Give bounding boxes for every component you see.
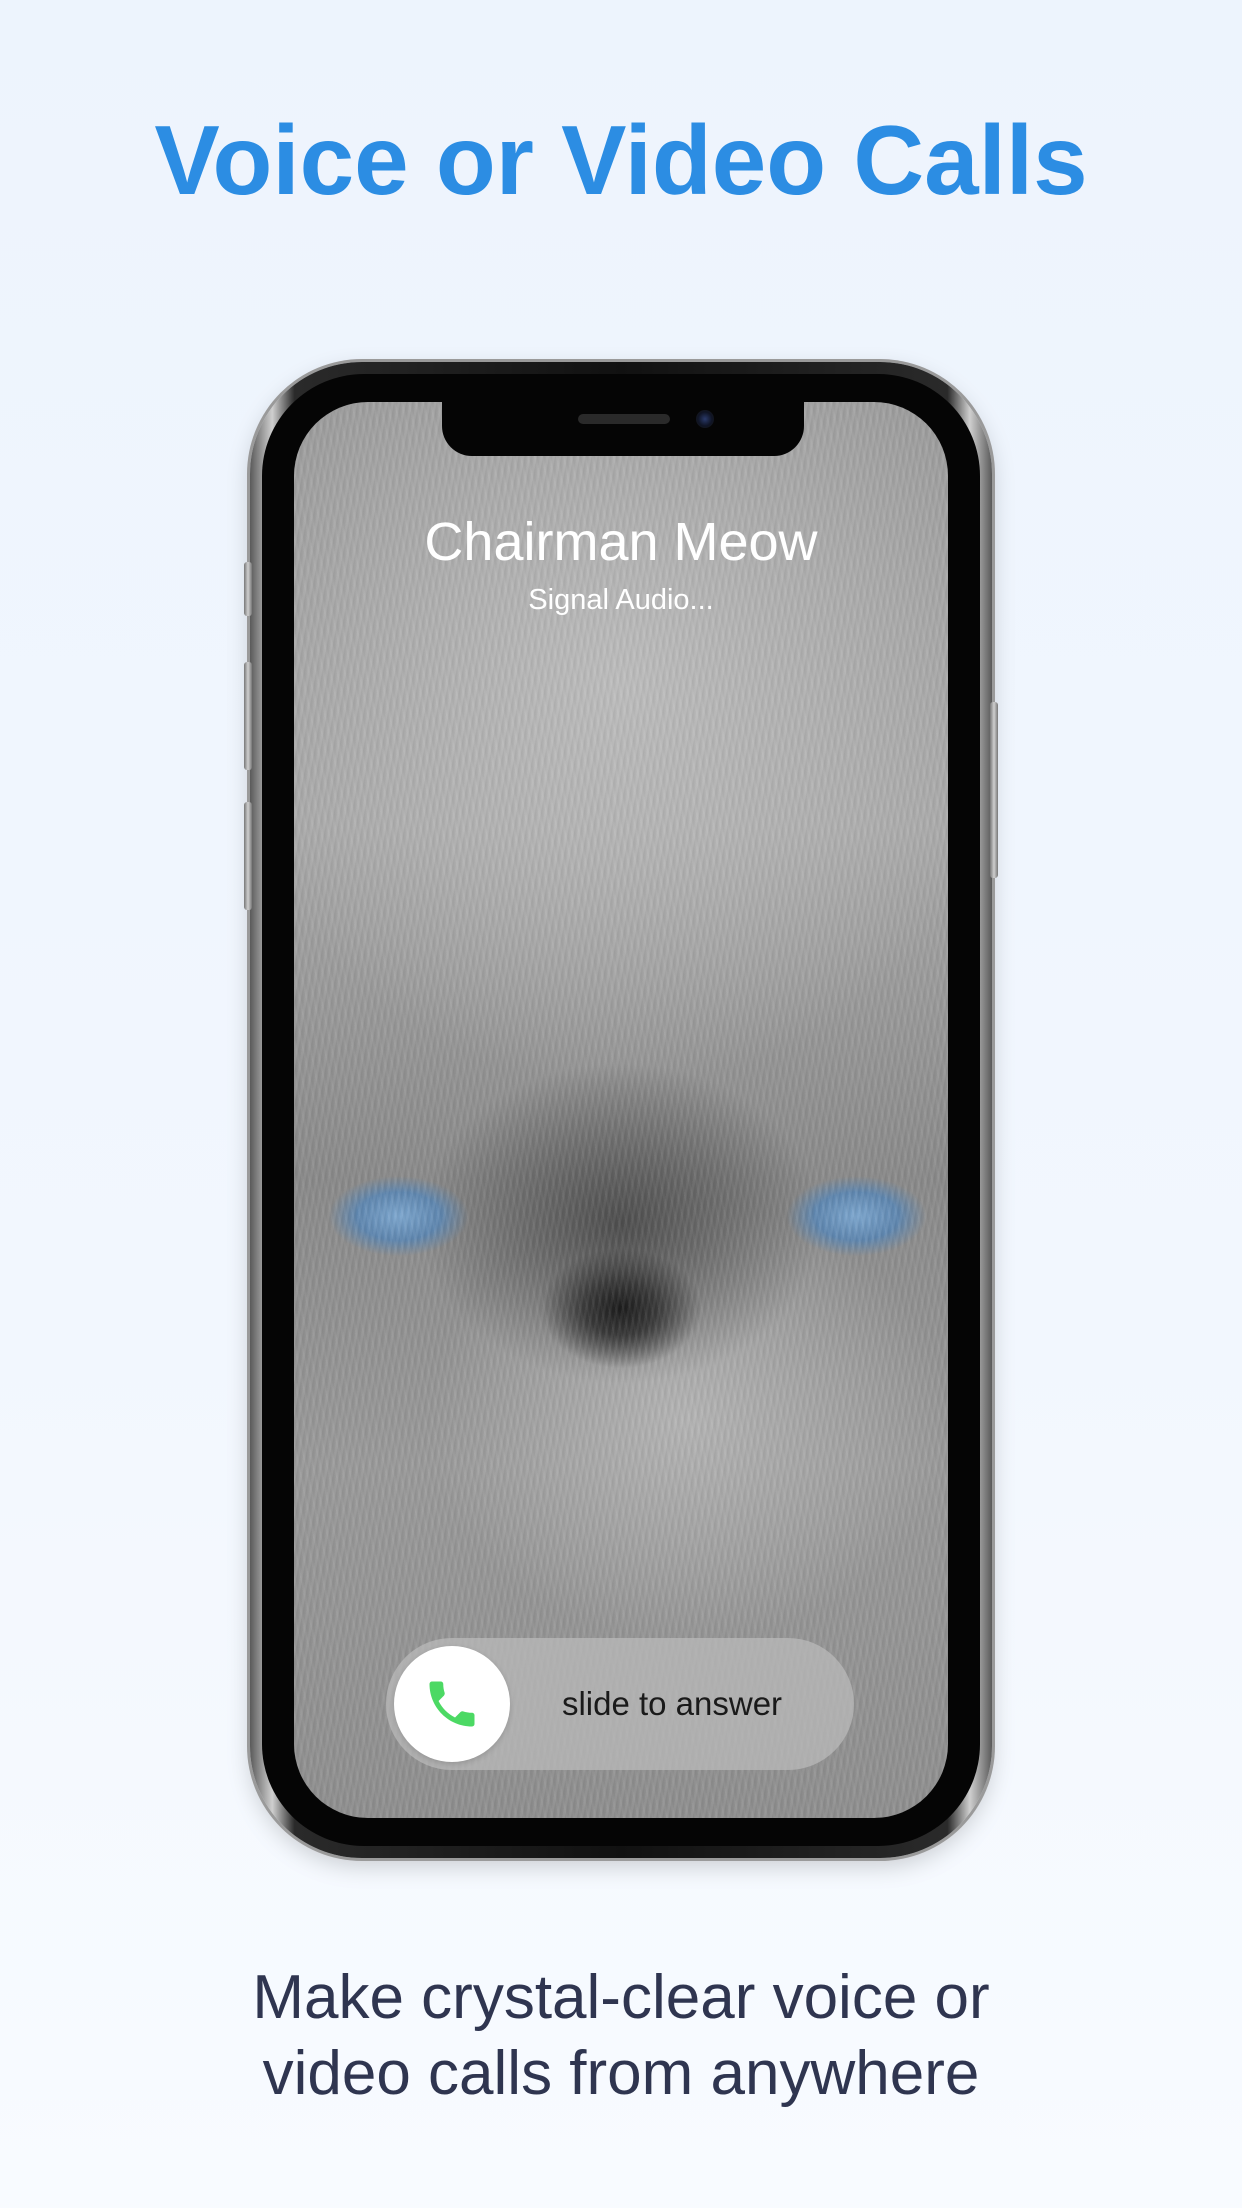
volume-up-button: [244, 662, 252, 770]
phone-frame: Chairman Meow Signal Audio... slide to a…: [244, 362, 998, 1858]
camera-icon: [696, 410, 714, 428]
power-button: [990, 702, 998, 878]
silent-switch: [244, 562, 252, 616]
answer-handle[interactable]: [394, 1646, 510, 1762]
subline: Make crystal-clear voice or video calls …: [0, 1960, 1242, 2112]
subline-line-1: Make crystal-clear voice or: [252, 1963, 990, 2032]
slide-to-answer[interactable]: slide to answer: [386, 1638, 854, 1770]
notch: [442, 402, 804, 456]
headline: Voice or Video Calls: [154, 105, 1088, 215]
speaker-grille: [578, 414, 670, 424]
volume-down-button: [244, 802, 252, 910]
incoming-call-screen: Chairman Meow Signal Audio... slide to a…: [294, 402, 948, 1818]
caller-name: Chairman Meow: [424, 512, 818, 572]
slide-to-answer-label: slide to answer: [561, 1685, 783, 1722]
phone-icon: [429, 1681, 475, 1727]
call-status: Signal Audio...: [528, 584, 714, 616]
subline-line-2: video calls from anywhere: [262, 2039, 980, 2108]
